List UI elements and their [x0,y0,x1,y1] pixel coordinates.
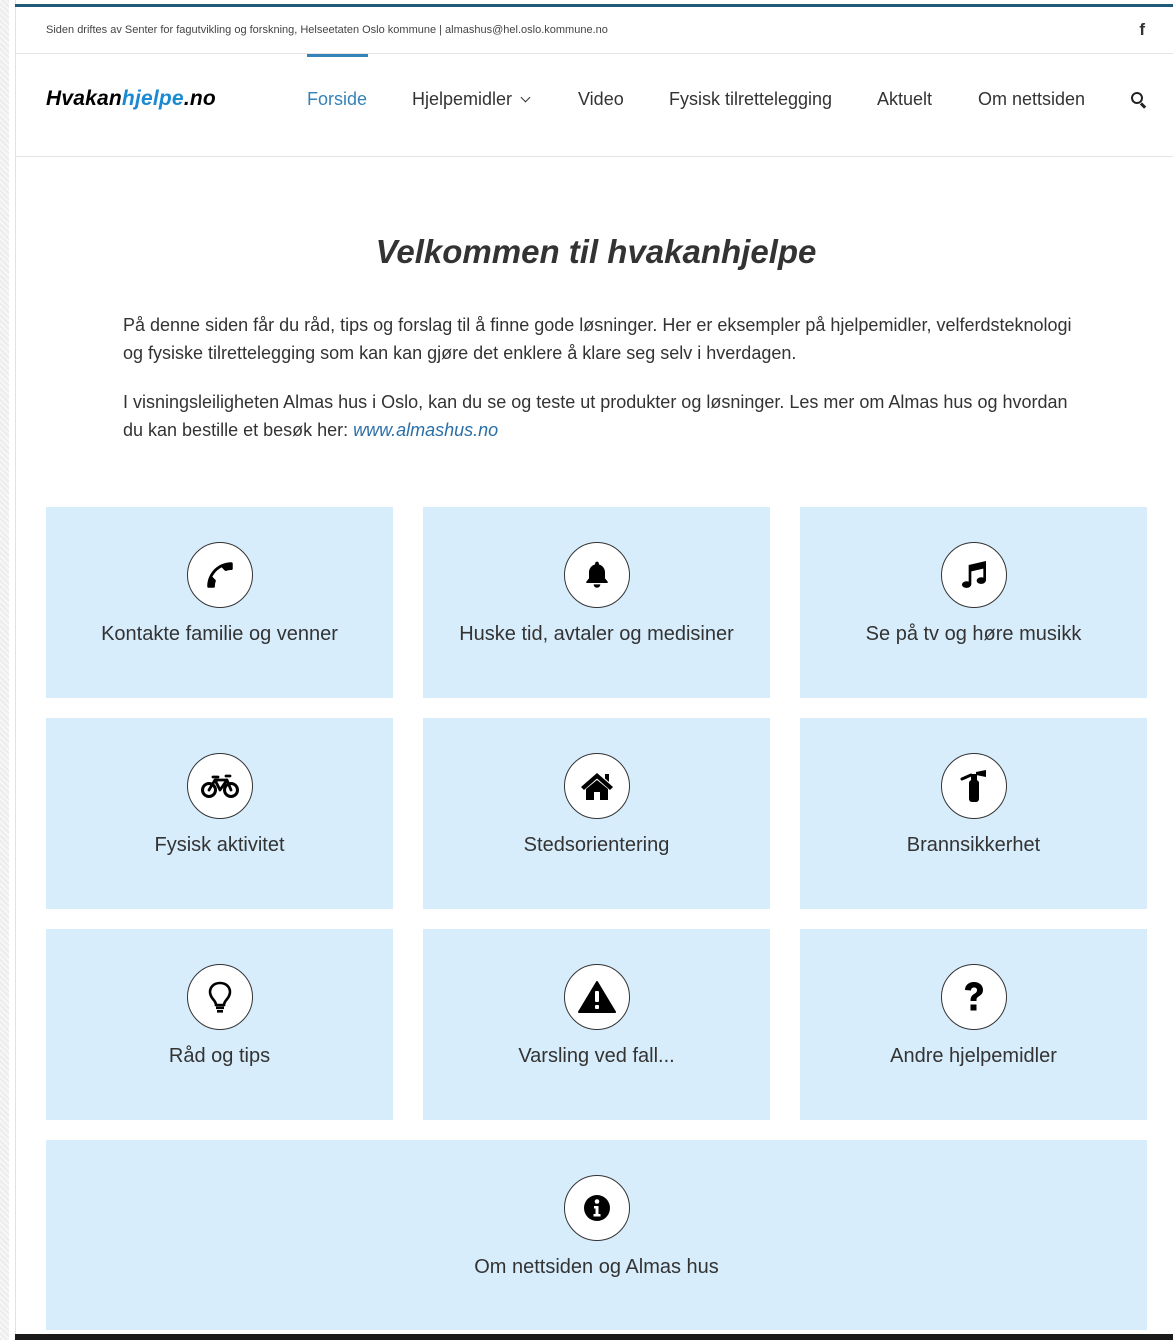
nav-active-indicator [307,54,368,57]
logo-part-hjelpe: hjelpe [121,87,184,110]
top-info-bar: Siden driftes av Senter for fagutvikling… [16,7,1173,54]
tile-label: Varsling ved fall... [518,1045,675,1067]
bottom-edge-bar [15,1334,1173,1340]
tile-andre-hjelpemidler[interactable]: Andre hjelpemidler [800,929,1147,1120]
tile-label: Stedsorientering [523,834,670,856]
nav-item-om-nettsiden[interactable]: Om nettsiden [978,89,1085,110]
tile-kontakte-familie[interactable]: Kontakte familie og venner [46,507,393,698]
nav-item-forside[interactable]: Forside [307,89,367,110]
search-icon[interactable] [1131,92,1147,109]
nav-item-hjelpemidler[interactable]: Hjelpemidler [412,89,531,110]
tile-label: Andre hjelpemidler [890,1045,1057,1067]
home-icon [563,753,630,819]
tile-label: Om nettsiden og Almas hus [474,1256,719,1278]
logo-part-no: .no [183,87,216,110]
nav-item-video[interactable]: Video [578,89,624,110]
phone-icon [186,542,253,608]
bicycle-icon [186,753,253,819]
info-icon [563,1175,630,1241]
almas-hus-text: I visningsleiligheten Almas hus i Oslo, … [123,392,1068,440]
nav-item-aktuelt[interactable]: Aktuelt [877,89,932,110]
top-info-text: Siden driftes av Senter for fagutvikling… [46,24,608,36]
tile-label: Råd og tips [168,1045,271,1067]
tile-tv-musikk[interactable]: Se på tv og høre musikk [800,507,1147,698]
tile-label: Kontakte familie og venner [101,623,338,645]
tile-varsling-ved-fall[interactable]: Varsling ved fall... [423,929,770,1120]
chevron-down-icon [520,92,531,103]
tile-fysisk-aktivitet[interactable]: Fysisk aktivitet [46,718,393,909]
tile-brannsikkerhet[interactable]: Brannsikkerhet [800,718,1147,909]
music-note-icon [940,542,1007,608]
nav-item-fysisk-tilrettelegging[interactable]: Fysisk tilrettelegging [669,89,832,110]
page-left-margin [0,0,9,1340]
lightbulb-icon [186,964,253,1030]
almas-hus-paragraph: I visningsleiligheten Almas hus i Oslo, … [123,388,1073,444]
tile-huske-tid[interactable]: Huske tid, avtaler og medisiner [423,507,770,698]
question-mark-icon [940,964,1007,1030]
tile-label: Brannsikkerhet [906,834,1041,856]
page-left-border [15,0,16,1340]
tile-label: Fysisk aktivitet [154,834,285,856]
tile-rad-og-tips[interactable]: Råd og tips [46,929,393,1120]
tile-om-nettsiden[interactable]: Om nettsiden og Almas hus [46,1140,1147,1330]
bell-icon [563,542,630,608]
fire-extinguisher-icon [940,753,1007,819]
logo-part-hvakan: Hvakan [46,87,122,110]
page-title: Velkommen til hvakanhjelpe [375,233,817,270]
tile-label: Se på tv og høre musikk [865,623,1082,645]
facebook-icon[interactable]: f [1139,20,1145,40]
search-icon-handle [1140,102,1147,109]
tile-label: Huske tid, avtaler og medisiner [459,623,734,645]
intro-paragraph: På denne siden får du råd, tips og forsl… [123,315,1072,363]
almashus-link[interactable]: www.almashus.no [353,420,498,440]
site-logo[interactable]: Hvakanhjelpe.no [46,87,216,111]
warning-icon [563,964,630,1030]
nav-item-hjelpemidler-label: Hjelpemidler [412,89,513,109]
site-header: Hvakanhjelpe.no Forside Hjelpemidler Vid… [16,54,1173,157]
tile-stedsorientering[interactable]: Stedsorientering [423,718,770,909]
